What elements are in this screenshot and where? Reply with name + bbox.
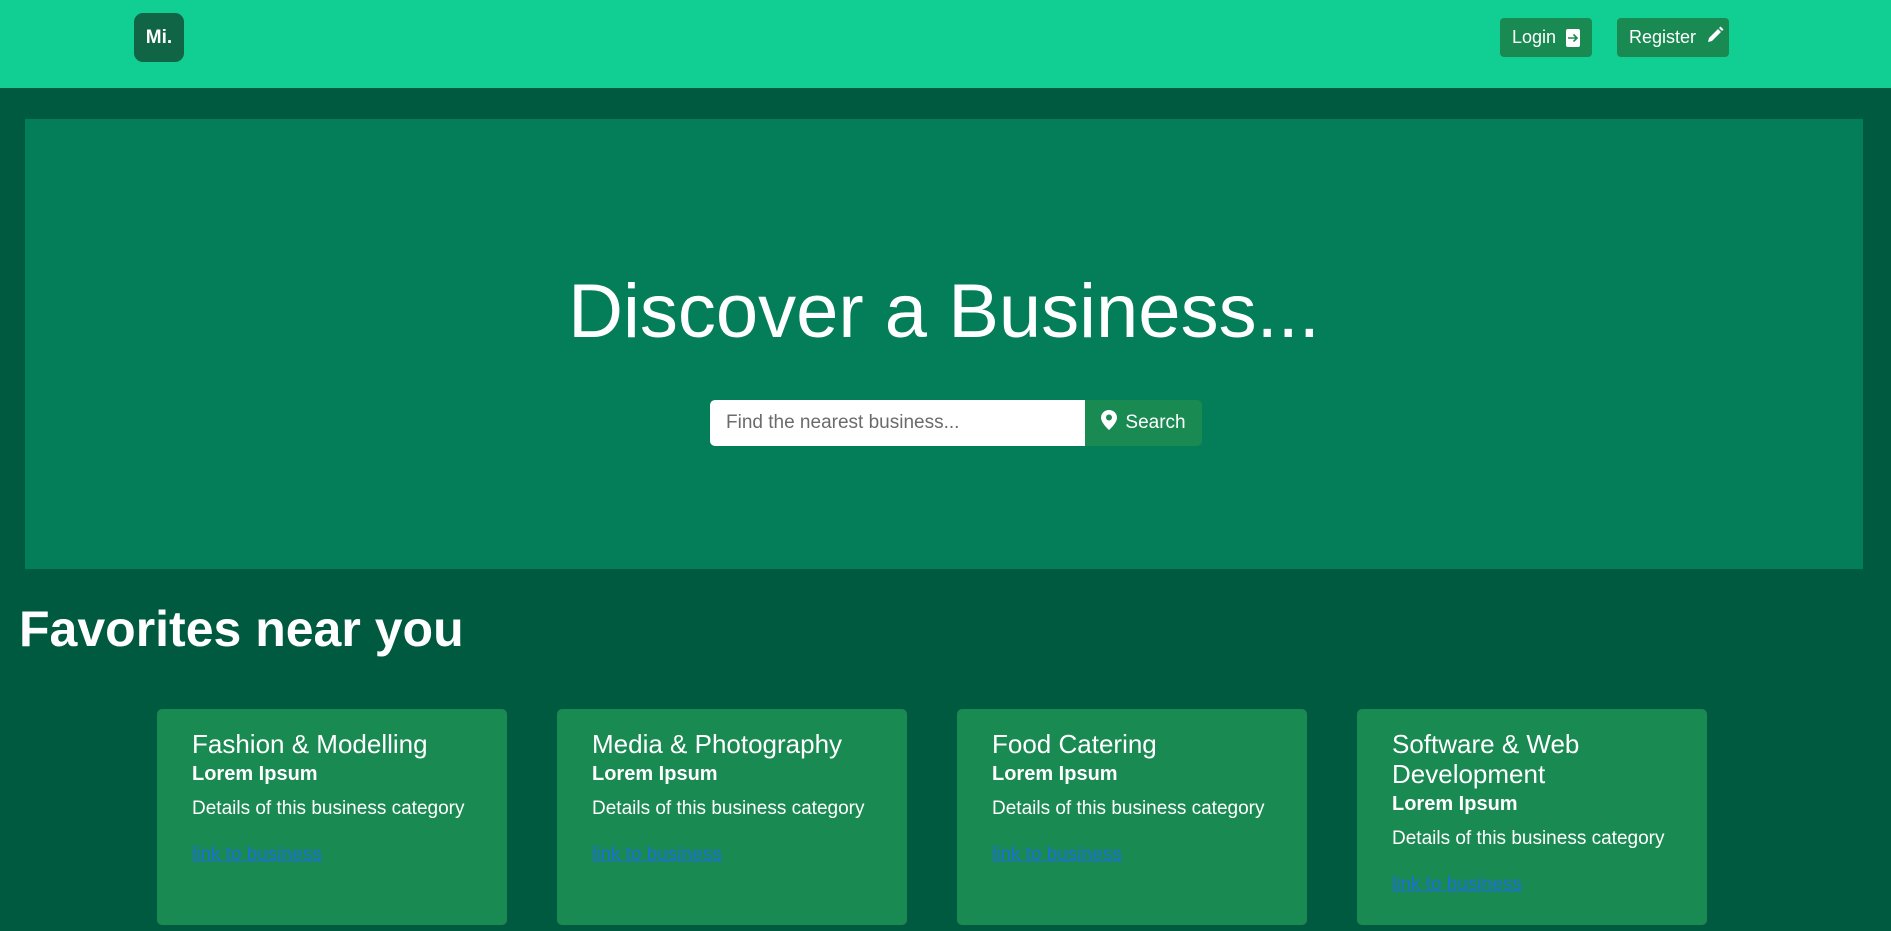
favorites-title: Favorites near you (19, 601, 464, 657)
card-description: Details of this business category (592, 798, 865, 819)
navbar: Mi. Login Register (0, 0, 1891, 88)
card-description: Details of this business category (992, 798, 1265, 819)
hero-banner: Discover a Business... Search (25, 119, 1863, 569)
search-label: Search (1125, 412, 1186, 433)
card-link[interactable]: link to business (592, 844, 722, 866)
login-icon (1566, 28, 1580, 47)
card-description: Details of this business category (1392, 828, 1665, 849)
business-card: Media & Photography Lorem Ipsum Details … (557, 709, 907, 925)
search-input[interactable] (710, 400, 1085, 446)
card-subtitle: Lorem Ipsum (992, 763, 1118, 785)
pencil-icon (1706, 26, 1724, 49)
card-subtitle: Lorem Ipsum (192, 763, 318, 785)
card-link[interactable]: link to business (1392, 874, 1522, 896)
card-title: Software & Web Development (1392, 729, 1580, 789)
search-button[interactable]: Search (1085, 400, 1202, 446)
card-link[interactable]: link to business (992, 844, 1122, 866)
card-description: Details of this business category (192, 798, 465, 819)
card-link[interactable]: link to business (192, 844, 322, 866)
logo[interactable]: Mi. (134, 13, 184, 62)
business-card: Food Catering Lorem Ipsum Details of thi… (957, 709, 1307, 925)
register-button[interactable]: Register (1617, 18, 1729, 57)
business-card: Fashion & Modelling Lorem Ipsum Details … (157, 709, 507, 925)
card-subtitle: Lorem Ipsum (592, 763, 718, 785)
login-label: Login (1512, 27, 1557, 47)
login-button[interactable]: Login (1500, 18, 1592, 57)
hero-title: Discover a Business... (568, 269, 1320, 354)
register-label: Register (1629, 27, 1697, 47)
business-card: Software & Web Development Lorem Ipsum D… (1357, 709, 1707, 925)
card-subtitle: Lorem Ipsum (1392, 793, 1518, 815)
card-title: Food Catering (992, 729, 1157, 759)
map-pin-icon (1101, 410, 1118, 436)
card-title: Media & Photography (592, 729, 843, 759)
card-title: Fashion & Modelling (192, 729, 428, 759)
